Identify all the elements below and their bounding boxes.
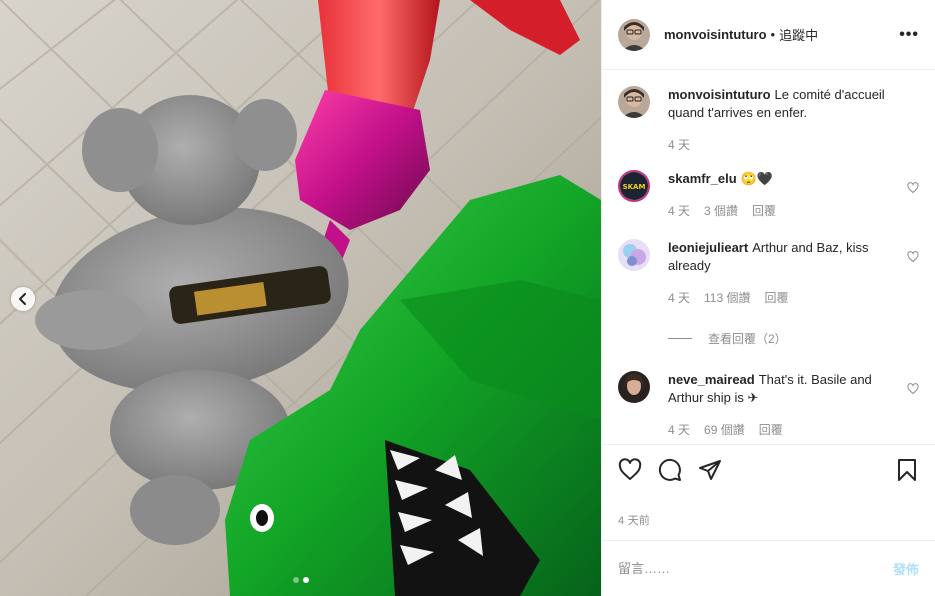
more-options-button[interactable]: •••: [899, 26, 919, 44]
comment-text: neve_mairead That's it. Basile and Arthur…: [668, 372, 872, 405]
avatar[interactable]: [618, 371, 650, 403]
comment-age: 4 天: [668, 291, 691, 305]
comment-text: leoniejulieart Arthur and Baz, kiss alrea…: [668, 240, 869, 273]
post-actions-bar: [602, 444, 935, 494]
comment-username[interactable]: leoniejulieart: [668, 240, 748, 255]
post-viewer: monvoisintuturo • 追蹤中 ••• monvoisintutur…: [0, 0, 935, 596]
avatar[interactable]: SKAM: [618, 170, 650, 202]
comments-list: monvoisintuturo Le comité d'accueil quand…: [602, 70, 935, 444]
caption: monvoisintuturo Le comité d'accueil quand…: [618, 86, 919, 153]
heart-icon[interactable]: [907, 182, 919, 194]
comment-likes-button[interactable]: 69 個讚: [704, 421, 745, 438]
carousel-dot: [292, 577, 299, 583]
post-header: monvoisintuturo • 追蹤中 •••: [602, 0, 935, 70]
header-separator: •: [770, 27, 776, 42]
following-button[interactable]: 追蹤中: [779, 25, 818, 44]
caption-text: monvoisintuturo Le comité d'accueil quand…: [668, 87, 885, 120]
carousel-prev-button[interactable]: [11, 287, 35, 311]
comment-likes-button[interactable]: 3 個讚: [704, 202, 738, 219]
comment-age: 4 天: [668, 204, 691, 218]
more-icon: •••: [899, 25, 919, 43]
comment-item: leoniejulieart Arthur and Baz, kiss alrea…: [618, 239, 919, 306]
avatar[interactable]: [618, 86, 650, 118]
comment-username[interactable]: neve_mairead: [668, 372, 755, 387]
comment-composer: 發佈: [602, 540, 935, 596]
view-replies-button[interactable]: 查看回覆（2）: [668, 330, 919, 347]
comment-item: neve_mairead That's it. Basile and Arthur…: [618, 371, 919, 438]
post-comment-button[interactable]: 發佈: [893, 559, 919, 578]
comment-username[interactable]: skamfr_elu: [668, 171, 737, 186]
heart-icon[interactable]: [618, 457, 642, 482]
view-replies-label: 查看回覆（2）: [708, 332, 787, 346]
post-photo[interactable]: [0, 0, 601, 596]
post-side-panel: monvoisintuturo • 追蹤中 ••• monvoisintutur…: [601, 0, 935, 596]
comment-item: SKAM skamfr_elu 🙄🖤 4 天 3 個讚 回覆: [618, 170, 919, 219]
caption-age: 4 天: [668, 138, 691, 152]
bookmark-icon[interactable]: [895, 458, 919, 482]
heart-icon[interactable]: [907, 251, 919, 263]
post-author-username[interactable]: monvoisintuturo: [664, 27, 767, 42]
reply-button[interactable]: 回覆: [759, 421, 783, 438]
reply-button[interactable]: 回覆: [752, 202, 776, 219]
avatar[interactable]: [618, 239, 650, 271]
comment-text: skamfr_elu 🙄🖤: [668, 171, 774, 186]
photo-image: [0, 0, 601, 596]
comment-age: 4 天: [668, 423, 691, 437]
comment-input[interactable]: [618, 561, 893, 576]
comment-likes-button[interactable]: 113 個讚: [704, 289, 750, 306]
divider: [668, 338, 692, 339]
carousel-indicator: [292, 577, 309, 583]
chevron-left-icon: [19, 293, 26, 305]
share-icon[interactable]: [698, 458, 722, 482]
reply-button[interactable]: 回覆: [764, 289, 788, 306]
svg-text:SKAM: SKAM: [623, 183, 646, 191]
avatar[interactable]: [618, 18, 650, 51]
comment-icon[interactable]: [658, 458, 682, 482]
caption-username[interactable]: monvoisintuturo: [668, 87, 771, 102]
carousel-dot-active: [302, 577, 309, 583]
heart-icon[interactable]: [907, 383, 919, 395]
